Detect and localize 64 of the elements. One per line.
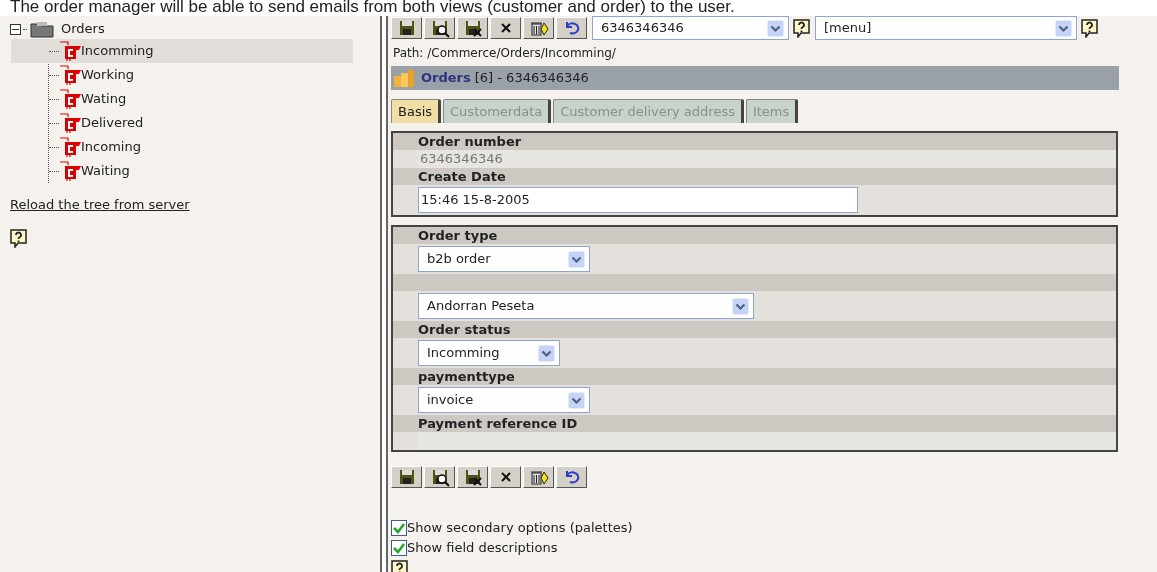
document-icon [59,137,81,157]
field-label: Order type [418,226,498,245]
document-icon [59,41,81,61]
tree-item-label: Waiting [81,162,130,181]
delete-button[interactable] [523,17,554,39]
checkbox-label: Show secondary options (palettes) [407,519,633,538]
help-icon[interactable] [793,18,811,38]
header-detail: [6] - 6346346346 [474,69,589,88]
select-field[interactable]: b2b order [418,246,590,272]
field-label: Create Date [418,167,506,186]
field-label: Order status [418,320,511,339]
tree-item[interactable]: Incomming [11,39,353,63]
preview-button[interactable] [424,466,455,488]
tree-item-label: Working [81,66,135,85]
help-icon[interactable] [1081,18,1099,38]
field-label: Order number [418,132,522,151]
document-icon [59,65,81,85]
tree-item[interactable]: Working [11,63,353,87]
field-label: Payment reference ID [418,414,578,433]
undo-button[interactable] [556,466,587,488]
help-icon[interactable] [10,228,28,248]
checkbox[interactable] [391,520,407,536]
tree-item-label: Delivered [81,114,144,133]
tree-item[interactable]: Wating [11,87,353,111]
undo-button[interactable] [556,17,587,39]
close-button[interactable] [490,17,521,39]
boxes-icon [393,68,415,88]
tab[interactable]: Basis [391,99,442,123]
check-icon [393,542,405,554]
tree-root-label[interactable]: Orders [61,19,105,39]
preview-button[interactable] [424,17,455,39]
caption-text: The order manager will be able to send emails from both views (customer and order) to the user. [9,0,736,16]
tree-item[interactable]: Incoming [11,135,353,159]
document-icon [59,161,81,181]
tree-item[interactable]: Waiting [11,159,353,183]
save-button[interactable] [391,466,422,488]
select-field[interactable]: Incomming [418,340,560,366]
select-field[interactable]: invoice [418,387,590,413]
field-label: paymenttype [418,367,515,386]
select-field[interactable]: Andorran Peseta [418,293,754,319]
checkbox[interactable] [391,540,407,556]
readonly-value: 6346346346 [419,150,503,169]
tree-item-label: Incoming [81,138,141,157]
panel-splitter[interactable] [380,16,388,572]
check-icon [393,522,405,534]
document-icon [59,113,81,133]
reload-link[interactable]: Reload the tree from server [10,195,380,215]
delete-button[interactable] [523,466,554,488]
header-title: Orders [421,69,471,88]
date-input-field[interactable]: 15:46 15-8-2005 [418,187,858,213]
checkbox-label: Show field descriptions [407,539,558,558]
save-button[interactable] [391,17,422,39]
folder-icon [29,20,55,38]
collapse-toggle[interactable] [10,23,21,35]
close-button[interactable] [490,466,521,488]
record-select[interactable]: 6346346346 [592,16,789,40]
save-close-button[interactable] [457,17,488,39]
save-close-button[interactable] [457,466,488,488]
tree-item-label: Incomming [81,42,154,61]
document-icon [59,89,81,109]
menu-select[interactable]: [menu] [815,16,1077,40]
tree-item-label: Wating [81,90,127,109]
path-text: Path: /Commerce/Orders/Incomming/ [392,45,617,62]
tree-item[interactable]: Delivered [11,111,353,135]
